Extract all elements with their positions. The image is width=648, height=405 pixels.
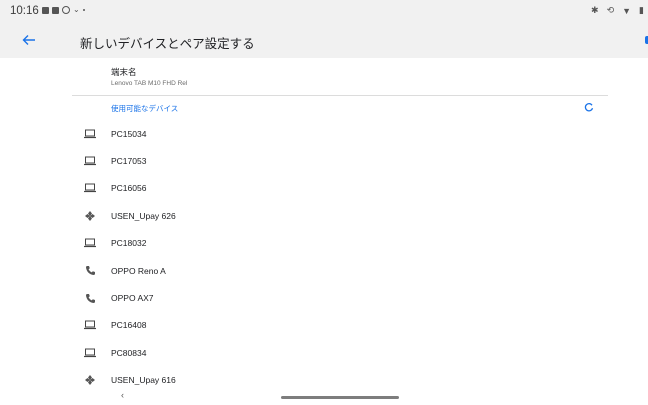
laptop-icon bbox=[83, 182, 97, 194]
divider bbox=[72, 95, 608, 96]
status-time: 10:16 bbox=[10, 5, 39, 17]
system-nav-bar: ‹ bbox=[0, 389, 648, 405]
refresh-spinner-icon bbox=[584, 103, 594, 112]
location-icon bbox=[62, 6, 70, 14]
device-row[interactable]: OPPO Reno A bbox=[0, 257, 648, 284]
laptop-icon bbox=[83, 128, 97, 140]
wifi-icon: ▼ bbox=[622, 5, 632, 16]
bluetooth-generic-icon bbox=[83, 210, 97, 222]
device-name-label: 端末名 bbox=[111, 67, 137, 77]
device-name: USEN_Upay 616 bbox=[111, 375, 176, 386]
bluetooth-icon: ✱ bbox=[591, 5, 599, 15]
device-name: PC17053 bbox=[111, 156, 147, 167]
device-name: USEN_Upay 626 bbox=[111, 210, 176, 221]
device-row[interactable]: PC15034 bbox=[0, 120, 648, 147]
laptop-icon bbox=[83, 319, 97, 331]
device-row[interactable]: PC18032 bbox=[0, 230, 648, 257]
device-row[interactable]: PC16056 bbox=[0, 175, 648, 202]
battery-icon: ▮ bbox=[639, 5, 644, 15]
gesture-home-handle[interactable] bbox=[281, 396, 399, 399]
device-row[interactable]: USEN_Upay 626 bbox=[0, 202, 648, 229]
device-name: OPPO Reno A bbox=[111, 265, 166, 276]
device-name: PC18032 bbox=[111, 238, 147, 249]
system-icons: ✱ ⟲ ▼ ▮ bbox=[591, 5, 644, 16]
device-row[interactable]: PC16408 bbox=[0, 312, 648, 339]
arrow-left-icon[interactable] bbox=[22, 31, 40, 49]
notification-icons: ⌄ bbox=[42, 6, 85, 14]
chevron-down-icon: ⌄ bbox=[73, 5, 80, 14]
image-icon bbox=[42, 6, 49, 14]
device-name: PC16056 bbox=[111, 183, 147, 194]
page-title: 新しいデバイスとペア設定する bbox=[80, 37, 255, 51]
device-name-value: Lenovo TAB M10 FHD Rel bbox=[111, 80, 188, 87]
device-name-setting[interactable]: 端末名 Lenovo TAB M10 FHD Rel bbox=[111, 66, 187, 87]
phone-icon bbox=[83, 292, 97, 304]
phone-icon bbox=[83, 265, 97, 277]
news-icon bbox=[52, 6, 59, 14]
device-name: PC80834 bbox=[111, 347, 147, 358]
bluetooth-generic-icon bbox=[83, 374, 97, 386]
available-device-list: PC15034 PC17053 PC16056 USEN_Upay 626 PC… bbox=[0, 120, 648, 394]
laptop-icon bbox=[83, 347, 97, 359]
device-name: OPPO AX7 bbox=[111, 293, 154, 304]
device-row[interactable]: OPPO AX7 bbox=[0, 284, 648, 311]
device-name: PC16408 bbox=[111, 320, 147, 331]
sync-icon: ⟲ bbox=[606, 5, 615, 15]
device-row[interactable]: PC17053 bbox=[0, 147, 648, 174]
device-row[interactable]: PC80834 bbox=[0, 339, 648, 366]
device-name: PC15034 bbox=[111, 128, 147, 139]
laptop-icon bbox=[83, 237, 97, 249]
status-bar: 10:16 ⌄ ✱ ⟲ ▼ ▮ bbox=[0, 0, 648, 24]
available-devices-header: 使用可能なデバイス bbox=[111, 104, 179, 113]
dot-icon bbox=[82, 9, 85, 11]
laptop-icon bbox=[83, 155, 97, 167]
app-bar: 新しいデバイスとペア設定する bbox=[0, 24, 648, 58]
nav-back-icon[interactable]: ‹ bbox=[121, 390, 124, 400]
